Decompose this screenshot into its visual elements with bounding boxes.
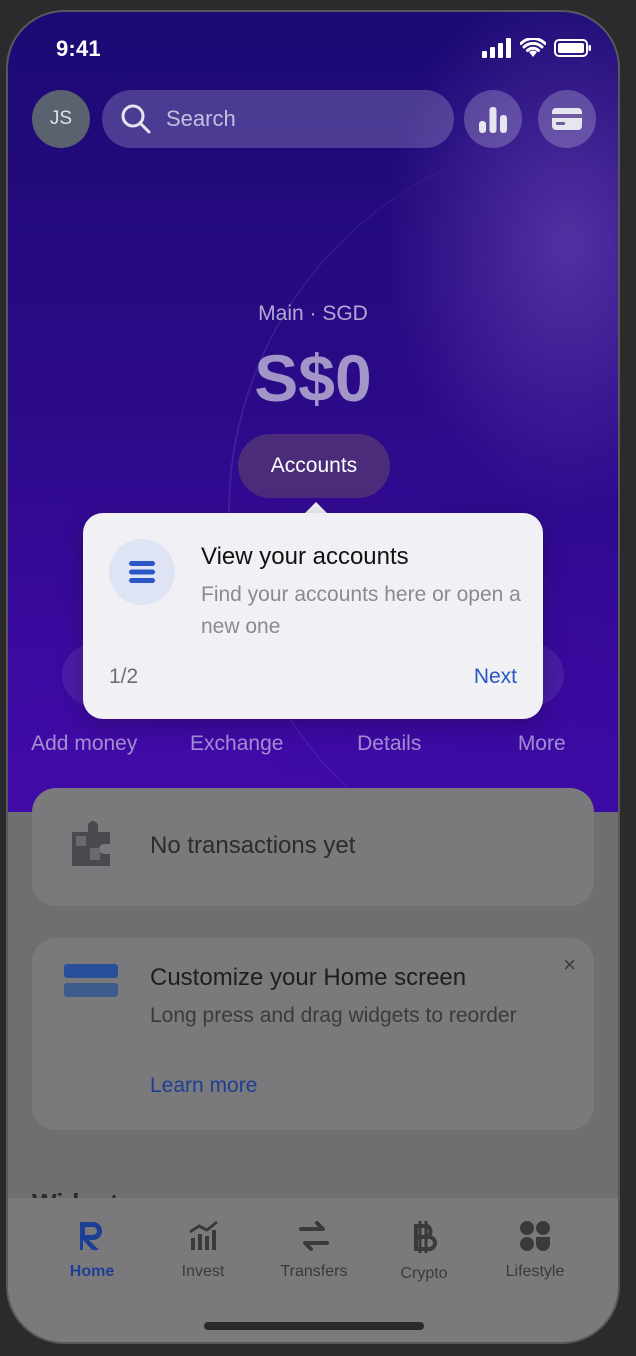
quick-actions: Add money Exchange Details More <box>8 732 618 756</box>
search-placeholder: Search <box>166 106 236 131</box>
tooltip-description: Find your accounts here or open a new on… <box>201 583 521 638</box>
customize-description: Long press and drag widgets to reorder <box>150 1004 517 1027</box>
card-icon <box>552 108 582 130</box>
cards-button[interactable] <box>538 90 596 148</box>
wifi-icon <box>520 38 546 57</box>
home-indicator <box>204 1322 424 1330</box>
widgets-stack-icon <box>64 964 118 997</box>
list-icon <box>129 561 155 583</box>
avatar-initials: JS <box>49 108 73 129</box>
more-button[interactable]: More <box>466 732 619 756</box>
analytics-button[interactable] <box>464 90 522 148</box>
learn-more-link[interactable]: Learn more <box>150 1074 257 1098</box>
tab-lifestyle-label: Lifestyle <box>505 1263 565 1280</box>
transfer-arrows-icon <box>299 1221 329 1251</box>
tab-transfers[interactable]: Transfers <box>264 1220 364 1281</box>
tooltip-icon-badge <box>109 539 175 605</box>
invest-chart-icon <box>189 1220 218 1250</box>
customize-title: Customize your Home screen <box>150 964 467 991</box>
revolut-r-icon <box>80 1222 102 1250</box>
tab-crypto-label: Crypto <box>400 1265 448 1282</box>
tab-lifestyle[interactable]: Lifestyle <box>485 1220 585 1281</box>
tab-crypto[interactable]: Crypto <box>374 1220 474 1283</box>
search-input[interactable]: Search <box>102 90 454 148</box>
onboarding-tooltip: View your accounts Find your accounts he… <box>83 513 543 719</box>
bitcoin-icon <box>414 1221 437 1253</box>
phone-screen: 9:41 JS Search Main · SGD S$0 Accounts A… <box>6 10 620 1344</box>
search-icon <box>121 104 151 134</box>
tab-invest-label: Invest <box>181 1263 225 1280</box>
tooltip-title: View your accounts <box>201 543 409 570</box>
battery-icon <box>554 39 591 57</box>
details-button[interactable]: Details <box>313 732 466 756</box>
account-label: Main · SGD <box>258 302 368 325</box>
tab-transfers-label: Transfers <box>280 1263 348 1280</box>
accounts-button[interactable]: Accounts <box>238 434 390 498</box>
close-icon[interactable]: × <box>563 952 576 978</box>
tab-home-label: Home <box>69 1263 115 1280</box>
top-bar: JS Search <box>32 90 596 150</box>
hero-arc-decoration <box>228 132 618 892</box>
customize-card: Customize your Home screen Long press an… <box>32 938 594 1130</box>
puzzle-icon <box>72 821 110 866</box>
tab-bar: Home Invest Transfers Crypto Lifestyle <box>8 1198 618 1342</box>
tab-home[interactable]: Home <box>42 1220 142 1281</box>
tooltip-step-counter: 1/2 <box>109 665 139 688</box>
bar-chart-icon <box>479 107 507 133</box>
add-money-button[interactable]: Add money <box>8 732 161 756</box>
status-icons <box>482 38 592 58</box>
tab-invest[interactable]: Invest <box>153 1220 253 1281</box>
avatar[interactable]: JS <box>32 90 90 148</box>
tooltip-next-button[interactable]: Next <box>474 665 517 689</box>
status-bar: 9:41 <box>8 34 618 64</box>
lifestyle-grid-icon <box>520 1221 550 1251</box>
exchange-button[interactable]: Exchange <box>161 732 314 756</box>
no-transactions-text: No transactions yet <box>150 832 356 859</box>
signal-icon <box>482 38 511 58</box>
transactions-card[interactable]: No transactions yet <box>32 788 594 906</box>
status-time: 9:41 <box>56 36 101 61</box>
balance-amount: S$0 <box>254 341 372 415</box>
